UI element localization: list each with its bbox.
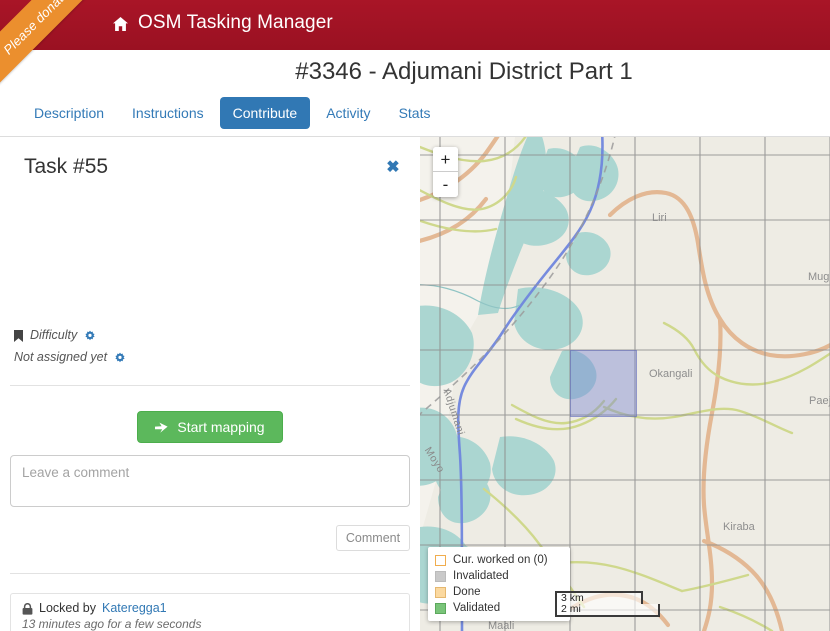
tab-stats[interactable]: Stats <box>387 98 443 128</box>
map-zoom-controls: + - <box>433 147 458 197</box>
comment-input[interactable] <box>10 455 410 507</box>
task-map[interactable]: Liri Mug Okangali Paej Kiraba Maali Adju… <box>420 137 830 631</box>
lock-detail: 13 minutes ago for a few seconds <box>22 617 202 631</box>
panel-divider-top <box>10 385 410 386</box>
close-icon[interactable]: ✖ <box>384 159 402 177</box>
zoom-out-button[interactable]: - <box>433 172 458 197</box>
arrow-right-icon <box>155 421 169 433</box>
map-place-label: Mug <box>808 271 830 283</box>
task-assignment-label: Not assigned yet <box>14 350 108 364</box>
legend-label: Invalidated <box>453 570 509 582</box>
legend-label: Validated <box>453 602 501 614</box>
page-title: #3346 - Adjumani District Part 1 <box>295 58 633 85</box>
legend-label: Done <box>453 586 481 598</box>
selected-task-square[interactable] <box>570 350 637 417</box>
legend-item: Validated <box>435 600 563 616</box>
panel-divider-middle <box>10 573 410 574</box>
lock-icon <box>22 603 33 615</box>
top-navbar: OSM Tasking Manager <box>0 0 830 50</box>
legend-item: Invalidated <box>435 568 563 584</box>
start-mapping-label: Start mapping <box>177 419 265 435</box>
app-root: OSM Tasking Manager Please donate! #3346… <box>0 0 830 631</box>
map-place-label: Okangali <box>649 368 693 380</box>
tab-instructions[interactable]: Instructions <box>120 98 216 128</box>
legend-label: Cur. worked on (0) <box>453 554 548 566</box>
lock-user-link[interactable]: Kateregga1 <box>102 601 167 615</box>
map-place-label: Maali <box>488 620 515 631</box>
lock-status-line: Locked by Kateregga1 <box>22 601 398 615</box>
legend-item: Cur. worked on (0) <box>435 552 563 568</box>
start-mapping-button[interactable]: Start mapping <box>137 411 283 443</box>
brand-link[interactable]: OSM Tasking Manager <box>112 12 333 34</box>
map-place-label: Kiraba <box>723 521 755 533</box>
legend-swatch <box>435 570 446 582</box>
legend-item: Done <box>435 584 563 600</box>
map-legend: Cur. worked on (0) Invalidated Done Vali… <box>428 547 570 621</box>
task-panel: Task #55 ✖ Difficulty Not assigned yet S… <box>0 137 420 631</box>
task-title: Task #55 <box>24 155 109 178</box>
flag-icon <box>14 330 23 342</box>
lock-status-box: Locked by Kateregga1 13 minutes ago for … <box>10 593 410 631</box>
lock-prefix: Locked by <box>39 601 96 615</box>
legend-swatch <box>435 586 446 598</box>
task-difficulty-row: Difficulty <box>14 328 96 342</box>
map-scale: 3 km 2 mi <box>555 591 660 617</box>
task-difficulty-label: Difficulty <box>30 328 78 342</box>
gear-icon[interactable] <box>84 330 96 342</box>
project-tabs: Description Instructions Contribute Acti… <box>22 96 442 130</box>
task-header: Task #55 ✖ <box>24 155 402 185</box>
tab-contribute[interactable]: Contribute <box>219 97 311 129</box>
task-assignment-row: Not assigned yet <box>14 350 126 364</box>
legend-swatch <box>435 554 446 566</box>
legend-swatch <box>435 602 446 614</box>
map-place-label: Paej <box>809 395 830 407</box>
scale-mi: 2 mi <box>555 604 660 617</box>
tab-description[interactable]: Description <box>22 98 116 128</box>
tab-activity[interactable]: Activity <box>314 98 382 128</box>
home-icon <box>112 16 129 32</box>
gear-icon[interactable] <box>114 352 126 364</box>
brand-label: OSM Tasking Manager <box>138 12 333 33</box>
comment-button[interactable]: Comment <box>336 525 410 551</box>
zoom-in-button[interactable]: + <box>433 147 458 172</box>
map-place-label: Liri <box>652 212 667 224</box>
